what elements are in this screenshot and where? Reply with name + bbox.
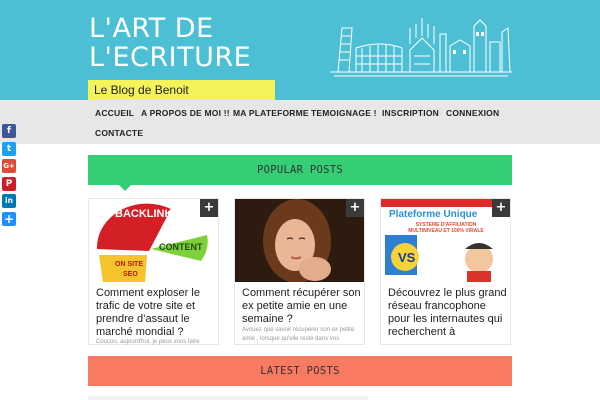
popular-post-card[interactable]: Plateforme Unique SYSTEME D'AFFILIATION … [380,198,511,345]
linkedin-icon[interactable]: in [2,194,16,208]
thumb-onsite-text: ON SITE [115,261,144,268]
woman-portrait-image [235,199,364,282]
share-icon[interactable]: + [2,211,16,226]
thumb-seo-text: SEO [123,271,138,278]
expand-plus-button[interactable]: + [492,199,510,217]
latest-posts-area [88,396,368,400]
site-title[interactable]: L'ART DE L'ECRITURE [89,14,251,72]
site-title-line1[interactable]: L'ART DE [89,14,251,43]
post-excerpt: Coucou, aujourd'hui, je peux vous faire [96,339,200,345]
post-title[interactable]: Découvrez le plus grand réseau francopho… [388,287,508,339]
popular-posts-label: POPULAR POSTS [256,164,344,176]
post-thumbnail[interactable]: BACKLINKS CONTENT ON SITE SEO + [89,199,218,282]
site-tagline: Le Blog de Benoit [88,80,275,100]
post-title[interactable]: Comment exploser le trafic de votre site… [96,287,216,339]
thumb-content-text: CONTENT [159,242,203,252]
nav-item-connexion[interactable]: CONNEXION [446,108,499,118]
nav-item-contacte[interactable]: CONTACTE [95,128,143,138]
thumb-plateforme-text: Plateforme Unique [389,209,478,220]
nav-item-inscription[interactable]: INSCRIPTION [382,108,439,118]
post-title[interactable]: Comment récupérer son ex petite amie en … [242,287,362,326]
pinterest-icon[interactable]: P [2,176,16,191]
main-navigation: ACCUEIL A PROPOS DE MOI !! MA PLATEFORME… [0,100,600,144]
latest-posts-label: LATEST POSTS [260,365,340,377]
latest-posts-heading: LATEST POSTS [88,356,512,386]
city-skyline-illustration [330,18,512,77]
thumb-affiliation-text: SYSTEME D'AFFILIATION MULTINIVEAU ET 100… [408,222,484,234]
nav-item-accueil[interactable]: ACCUEIL [95,108,134,118]
site-title-line2[interactable]: L'ECRITURE [89,43,251,72]
google-plus-icon[interactable]: G+ [2,159,16,173]
post-thumbnail[interactable]: Plateforme Unique SYSTEME D'AFFILIATION … [381,199,510,282]
post-excerpt: Avouez que savoir récupérer son ex petit… [242,327,355,342]
nav-item-temoignage[interactable]: TEMOIGNAGE ! [311,108,377,118]
post-thumbnail[interactable]: + [235,199,364,282]
thumb-vs-text: VS [398,250,416,265]
social-share-bar: f t G+ P in + [2,124,18,229]
thumb-backlinks-text: BACKLINKS [115,208,180,220]
popular-posts-heading: POPULAR POSTS [88,155,512,191]
nav-item-a-propos[interactable]: A PROPOS DE MOI !! [141,108,230,118]
popular-post-card[interactable]: + Comment récupérer son ex petite amie e… [234,198,365,345]
heading-notch [119,185,131,191]
site-header: L'ART DE L'ECRITURE Le Blog de Benoit [0,0,600,100]
popular-post-card[interactable]: BACKLINKS CONTENT ON SITE SEO + Comment … [88,198,219,345]
expand-plus-button[interactable]: + [200,199,218,217]
twitter-icon[interactable]: t [2,141,16,156]
expand-plus-button[interactable]: + [346,199,364,217]
facebook-icon[interactable]: f [2,124,16,138]
nav-item-ma-plateforme[interactable]: MA PLATEFORME [233,108,309,118]
